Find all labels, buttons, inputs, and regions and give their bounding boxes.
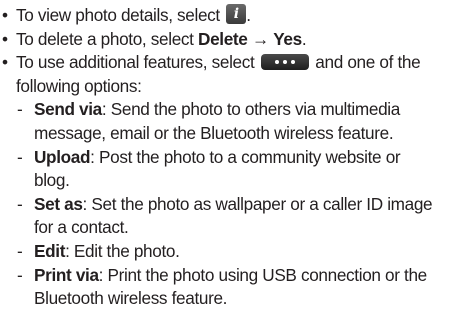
dash-marker: - [17,240,23,261]
dash-marker: - [17,146,23,167]
arrow-separator: → [247,28,274,49]
dash-marker: - [17,99,23,120]
bullet-marker: • [2,5,8,25]
bullet-additional-features: • To use additional features, select and… [0,51,451,75]
option-desc-continuation: for a contact. [34,217,129,238]
option-desc: : Print the photo using USB connection o… [98,264,428,285]
option-desc: : Post the photo to a community website … [90,146,401,167]
option-send-via: - Send via: Send the photo to others via… [0,98,451,122]
option-term: Upload [34,146,91,167]
bullet-text: To view photo details, select [16,5,225,25]
option-desc-continuation: blog. [34,170,70,191]
more-options-icon [260,54,309,71]
bullet-delete-photo: • To delete a photo, select Delete → Yes… [0,28,451,52]
bullet-view-details: • To view photo details, select i. [0,4,451,28]
option-term: Edit [34,240,66,261]
manual-page: • To view photo details, select i. • To … [0,0,451,316]
option-term: Print via [34,264,99,285]
dash-marker: - [17,193,23,214]
info-icon: i [226,4,247,24]
option-print-via: - Print via: Print the photo using USB c… [0,264,451,288]
option-upload: - Upload: Post the photo to a community … [0,146,451,170]
dash-marker: - [17,264,23,285]
option-desc-continuation: Bluetooth wireless feature. [34,288,228,309]
option-desc: : Send the photo to others via multimedi… [101,99,400,120]
bullet-marker: • [2,28,8,49]
option-desc: : Set the photo as wallpaper or a caller… [82,193,433,214]
bullet-continuation: following options: [16,75,142,96]
option-set-as: - Set as: Set the photo as wallpaper or … [0,193,451,217]
option-desc: : Edit the photo. [65,240,180,261]
yes-term: Yes [273,28,302,49]
bullet-marker: • [2,52,8,73]
option-edit: - Edit: Edit the photo. [0,240,451,264]
bullet-text: To use additional features, select [16,52,259,73]
bullet-text: To delete a photo, select [16,28,199,49]
option-desc-continuation: message, email or the Bluetooth wireless… [34,122,394,143]
option-term: Set as [34,193,83,214]
option-term: Send via [34,99,102,120]
delete-term: Delete [198,28,248,49]
